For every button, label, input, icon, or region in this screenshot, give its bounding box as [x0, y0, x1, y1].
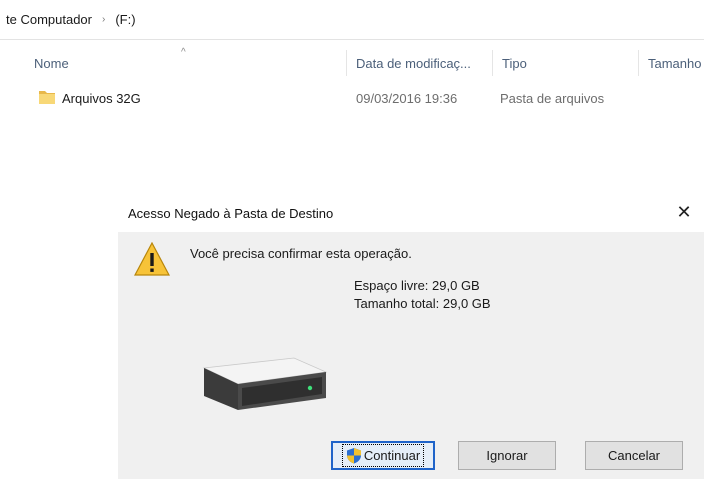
- total-size-text: Tamanho total: 29,0 GB: [354, 296, 491, 311]
- file-name[interactable]: Arquivos 32G: [62, 86, 141, 110]
- column-header-name[interactable]: Nome: [34, 44, 344, 82]
- breadcrumb-item-drive[interactable]: (F:): [115, 12, 135, 27]
- breadcrumb-item-computer[interactable]: te Computador: [6, 12, 92, 27]
- column-divider[interactable]: [346, 50, 347, 76]
- column-divider[interactable]: [638, 50, 639, 76]
- column-header-type[interactable]: Tipo: [502, 44, 636, 82]
- ignore-button[interactable]: Ignorar: [458, 441, 556, 470]
- breadcrumb: te Computador › (F:): [0, 0, 704, 40]
- dialog-body: Você precisa confirmar esta operação. Es…: [118, 232, 704, 479]
- column-header-size[interactable]: Tamanho: [648, 44, 704, 82]
- continue-button-label: Continuar: [363, 448, 421, 463]
- continue-button-focus: Continuar: [341, 444, 425, 467]
- dialog-message: Você precisa confirmar esta operação.: [190, 246, 412, 261]
- file-type: Pasta de arquivos: [500, 90, 605, 106]
- cancel-button[interactable]: Cancelar: [585, 441, 683, 470]
- access-denied-dialog: Acesso Negado à Pasta de Destino ✕ Você …: [118, 196, 704, 479]
- folder-icon: [39, 91, 55, 104]
- drive-icon: [202, 357, 328, 410]
- column-header-date[interactable]: Data de modificaç...: [356, 44, 492, 82]
- continue-button[interactable]: Continuar: [331, 441, 435, 470]
- column-divider[interactable]: [492, 50, 493, 76]
- warning-icon: [134, 242, 170, 276]
- column-headers: ^ Nome Data de modificaç... Tipo Tamanho: [0, 44, 704, 82]
- uac-shield-icon: [346, 448, 361, 464]
- dialog-title: Acesso Negado à Pasta de Destino: [128, 206, 334, 221]
- breadcrumb-separator[interactable]: ›: [102, 14, 105, 25]
- file-row[interactable]: Arquivos 32G 09/03/2016 19:36 Pasta de a…: [0, 86, 704, 110]
- free-space-text: Espaço livre: 29,0 GB: [354, 278, 480, 293]
- close-icon[interactable]: ✕: [672, 200, 696, 224]
- dialog-titlebar[interactable]: Acesso Negado à Pasta de Destino ✕: [118, 196, 704, 232]
- file-date: 09/03/2016 19:36: [356, 90, 458, 106]
